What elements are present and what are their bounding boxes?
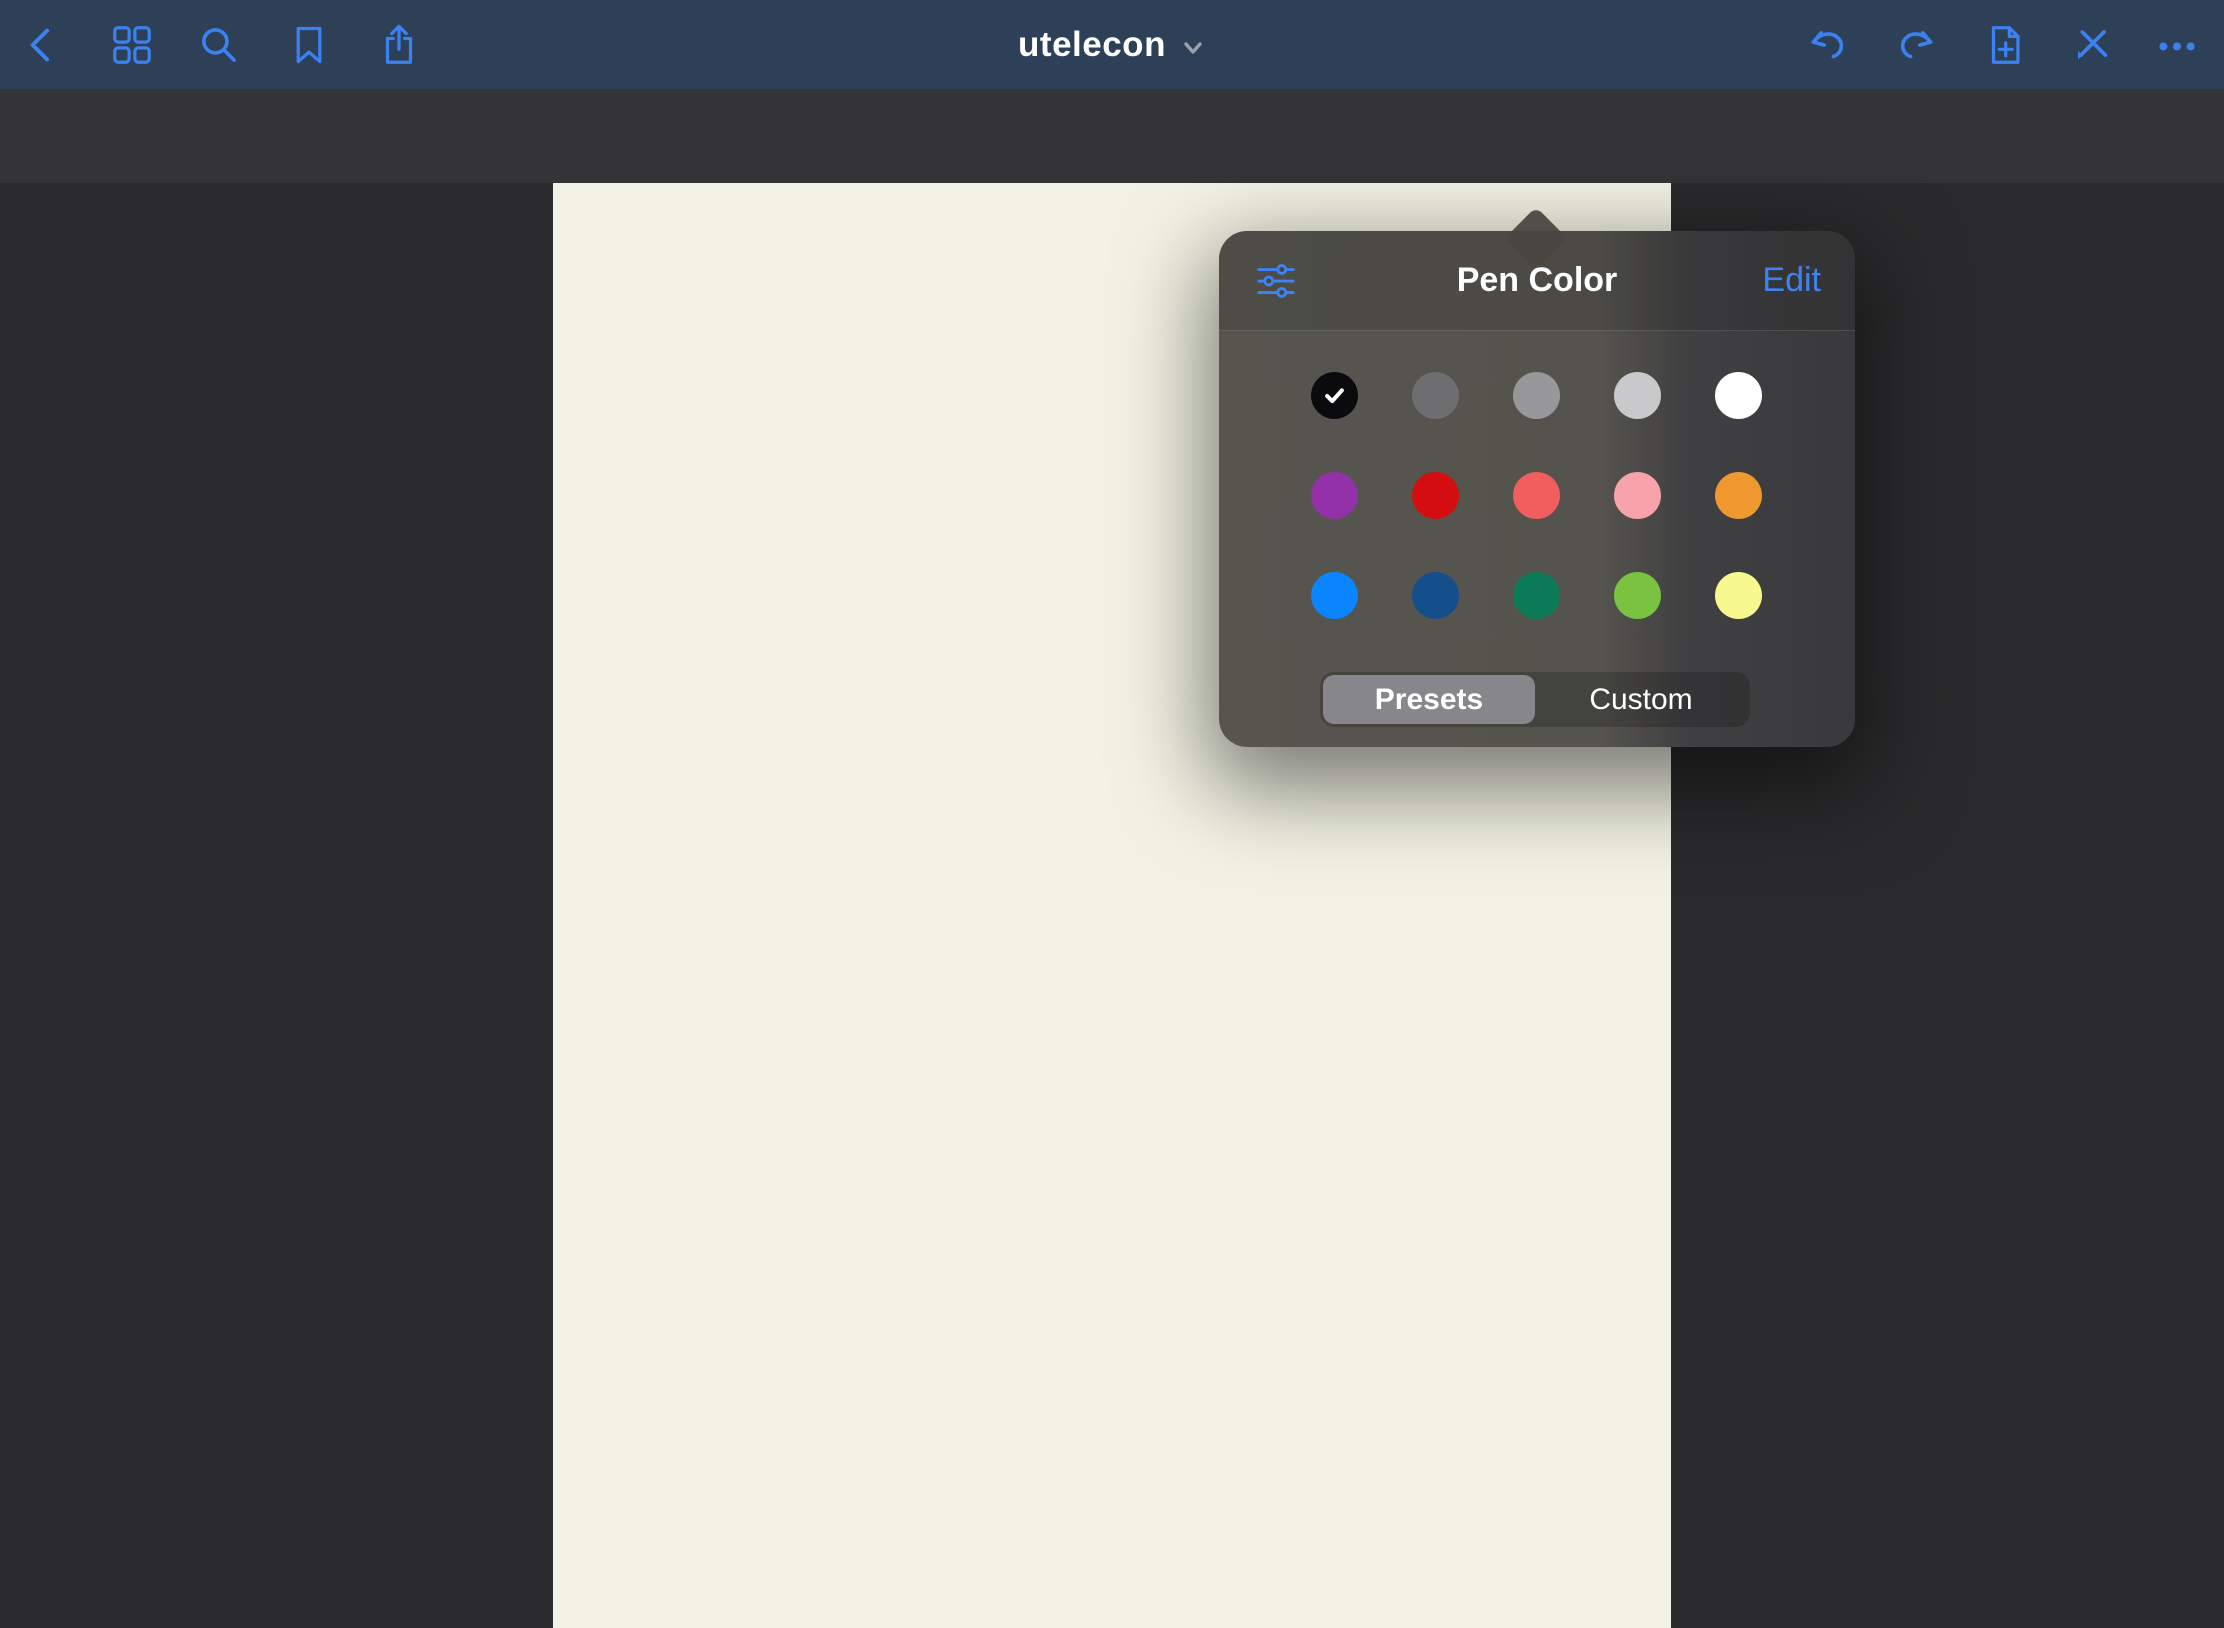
app-screen: utelecon	[0, 0, 2224, 1628]
add-page-icon[interactable]	[1982, 22, 2028, 68]
color-swatch-black[interactable]	[1311, 372, 1358, 419]
page-title: utelecon	[1018, 25, 1166, 65]
pen-color-popover: Pen Color Edit Presets Custom	[1219, 231, 1855, 747]
color-swatch-dark-gray[interactable]	[1412, 372, 1459, 419]
popover-title: Pen Color	[1219, 261, 1855, 300]
swatch-grid	[1311, 372, 1762, 619]
color-swatch-orange[interactable]	[1715, 472, 1762, 519]
color-swatch-navy[interactable]	[1412, 572, 1459, 619]
color-swatch-blue[interactable]	[1311, 572, 1358, 619]
stylus-cross-icon[interactable]	[2068, 22, 2114, 68]
color-swatch-pink[interactable]	[1614, 472, 1661, 519]
top-navigation-bar: utelecon	[0, 0, 2224, 89]
color-swatch-coral[interactable]	[1513, 472, 1560, 519]
presets-custom-segmented-control: Presets Custom	[1320, 672, 1750, 727]
redo-icon[interactable]	[1894, 22, 1940, 68]
canvas-area	[0, 183, 2224, 1628]
color-swatch-pale-yellow[interactable]	[1715, 572, 1762, 619]
color-swatch-gray[interactable]	[1513, 372, 1560, 419]
document-title-button[interactable]: utelecon	[0, 0, 2224, 89]
chevron-down-icon	[1180, 35, 1206, 61]
tab-presets[interactable]: Presets	[1323, 675, 1535, 724]
color-swatch-teal-green[interactable]	[1513, 572, 1560, 619]
edit-button[interactable]: Edit	[1762, 261, 1821, 300]
color-swatch-white[interactable]	[1715, 372, 1762, 419]
color-swatch-light-gray[interactable]	[1614, 372, 1661, 419]
popover-header: Pen Color Edit	[1219, 231, 1855, 331]
color-swatch-red[interactable]	[1412, 472, 1459, 519]
checkmark-icon	[1321, 382, 1348, 409]
undo-icon[interactable]	[1804, 22, 1850, 68]
color-swatch-purple[interactable]	[1311, 472, 1358, 519]
tab-custom[interactable]: Custom	[1535, 675, 1747, 724]
tool-bar	[0, 89, 2224, 183]
color-swatch-green[interactable]	[1614, 572, 1661, 619]
more-icon[interactable]	[2154, 22, 2200, 68]
